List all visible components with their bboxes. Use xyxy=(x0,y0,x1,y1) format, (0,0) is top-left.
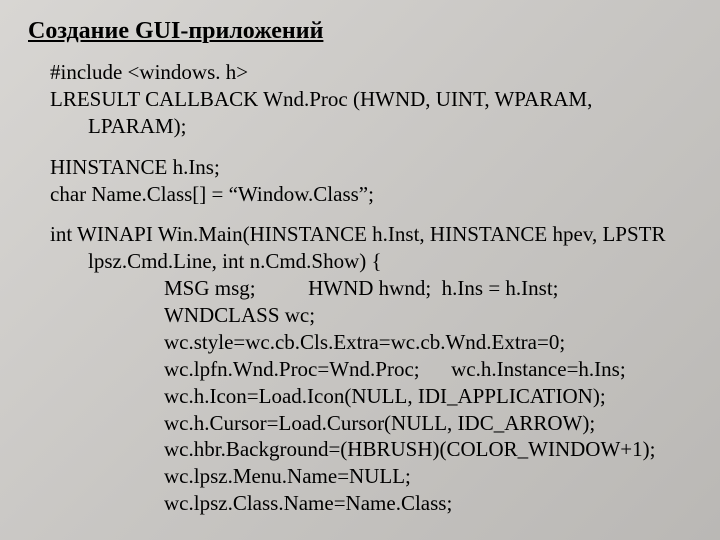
code-line: MSG msg; HWND hwnd; h.Ins = h.Inst; xyxy=(126,275,692,302)
code-line: wc.h.Cursor=Load.Cursor(NULL, IDC_ARROW)… xyxy=(126,410,692,437)
code-line: wc.hbr.Background=(HBRUSH)(COLOR_WINDOW+… xyxy=(126,436,692,463)
code-line: WNDCLASS wc; xyxy=(126,302,692,329)
code-line: int WINAPI Win.Main(HINSTANCE h.Inst, HI… xyxy=(50,221,692,275)
code-para-2: HINSTANCE h.Ins; char Name.Class[] = “Wi… xyxy=(50,154,692,208)
code-line: LRESULT CALLBACK Wnd.Proc (HWND, UINT, W… xyxy=(50,86,692,140)
code-line: wc.h.Icon=Load.Icon(NULL, IDI_APPLICATIO… xyxy=(126,383,692,410)
code-body: MSG msg; HWND hwnd; h.Ins = h.Inst; WNDC… xyxy=(50,275,692,517)
code-line: char Name.Class[] = “Window.Class”; xyxy=(50,181,692,208)
code-line: #include <windows. h> xyxy=(50,59,692,86)
code-line: wc.lpsz.Menu.Name=NULL; xyxy=(126,463,692,490)
code-line: HINSTANCE h.Ins; xyxy=(50,154,692,181)
code-para-1: #include <windows. h> LRESULT CALLBACK W… xyxy=(50,59,692,140)
page-title: Создание GUI-приложений xyxy=(28,18,692,45)
code-line: wc.style=wc.cb.Cls.Extra=wc.cb.Wnd.Extra… xyxy=(126,329,692,356)
code-line: wc.lpsz.Class.Name=Name.Class; xyxy=(126,490,692,517)
code-block: #include <windows. h> LRESULT CALLBACK W… xyxy=(28,59,692,517)
code-para-3: int WINAPI Win.Main(HINSTANCE h.Inst, HI… xyxy=(50,221,692,517)
code-line: wc.lpfn.Wnd.Proc=Wnd.Proc; wc.h.Instance… xyxy=(126,356,692,383)
